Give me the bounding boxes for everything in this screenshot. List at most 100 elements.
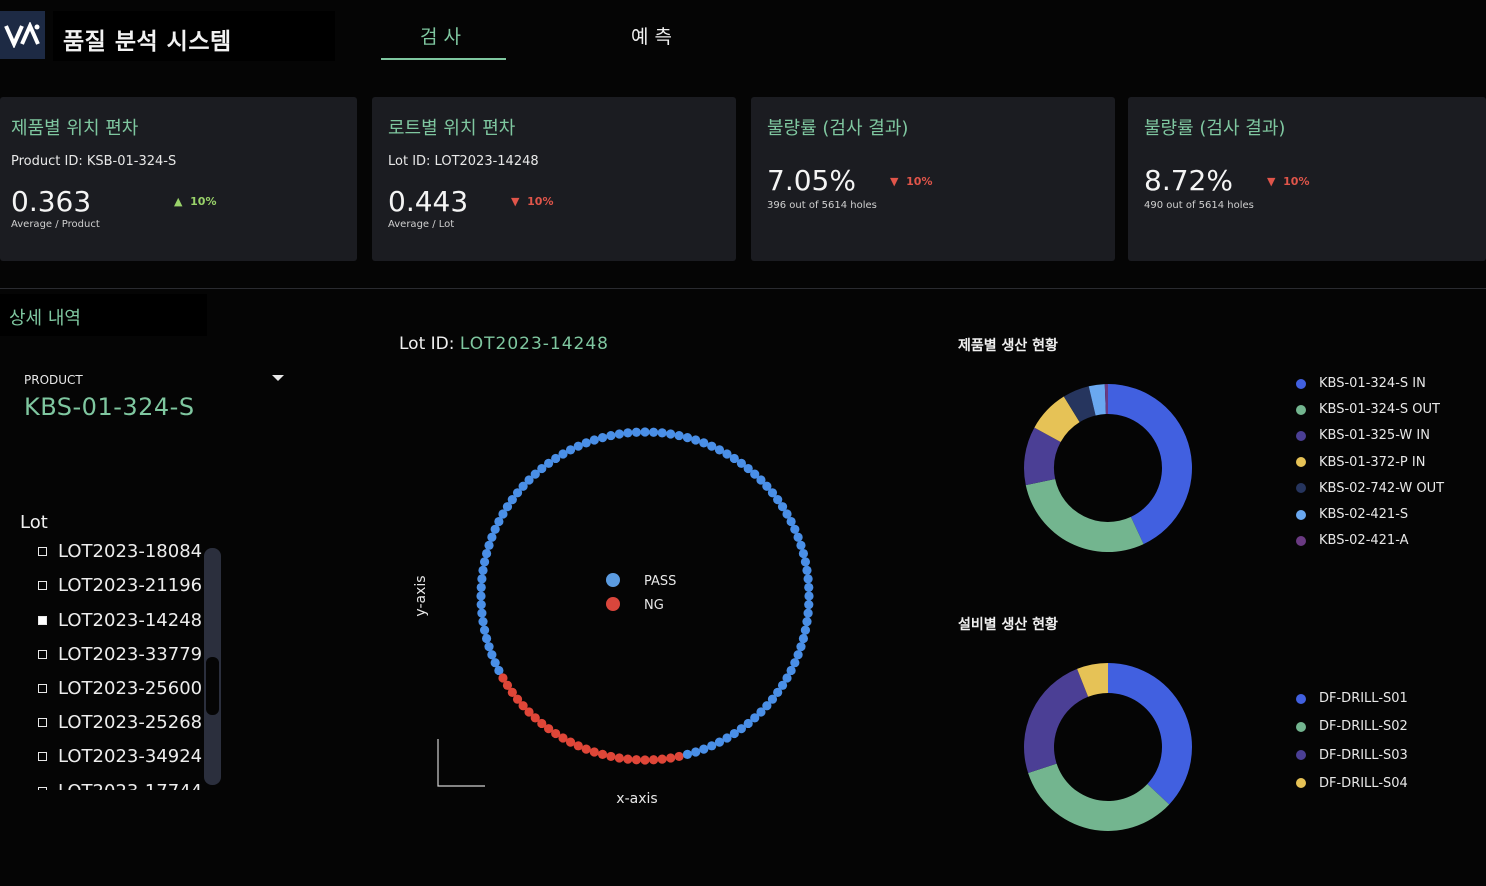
ng-point bbox=[640, 755, 650, 765]
pass-point bbox=[682, 749, 693, 760]
triangle-down-icon: ▼ bbox=[890, 175, 899, 188]
lot-list-item[interactable]: LOT2023-34924 bbox=[38, 739, 202, 773]
lot-id-value: LOT2023-14248 bbox=[459, 334, 609, 354]
lot-list-item[interactable]: LOT2023-17744 bbox=[38, 774, 202, 790]
legend-swatch bbox=[1296, 378, 1306, 389]
app-logo[interactable] bbox=[0, 11, 45, 59]
product-select-value[interactable]: KBS-01-324-S bbox=[24, 393, 195, 421]
donut-slice[interactable] bbox=[1108, 384, 1192, 545]
pass-point bbox=[796, 540, 806, 550]
pass-point bbox=[682, 432, 693, 443]
lot-list-item[interactable]: LOT2023-21196 bbox=[38, 568, 202, 602]
pass-point bbox=[487, 532, 497, 542]
scrollbar-thumb[interactable] bbox=[206, 657, 219, 715]
legend-swatch bbox=[606, 573, 620, 587]
axis-corner bbox=[437, 739, 485, 787]
tab-inspection[interactable]: 검사 bbox=[381, 22, 506, 49]
legend-item[interactable]: KBS-02-742-W OUT bbox=[1296, 481, 1444, 496]
lot-id-label: LOT2023-25600 bbox=[58, 677, 202, 699]
legend-label: KBS-02-421-S bbox=[1319, 507, 1409, 522]
pass-point bbox=[707, 441, 717, 451]
donut-slice[interactable] bbox=[1024, 668, 1089, 773]
lot-checkbox[interactable] bbox=[38, 786, 47, 790]
legend-label: DF-DRILL-S03 bbox=[1319, 747, 1408, 763]
tab-prediction[interactable]: 예측 bbox=[592, 22, 717, 49]
legend-label: KBS-01-324-S OUT bbox=[1319, 402, 1440, 418]
pass-point bbox=[484, 540, 494, 550]
lot-list[interactable]: LOT2023-18084 LOT2023-21196 LOT2023-14248 L… bbox=[20, 542, 202, 790]
lot-checkbox[interactable] bbox=[38, 580, 47, 590]
lot-checkbox[interactable] bbox=[38, 649, 47, 659]
active-tab-indicator bbox=[381, 58, 506, 60]
pass-point bbox=[793, 532, 803, 542]
card-delta: ▼ 10% bbox=[1267, 175, 1310, 188]
legend-label: KBS-02-421-A bbox=[1319, 533, 1409, 549]
pass-point bbox=[804, 582, 814, 593]
lot-id-label: LOT2023-21196 bbox=[58, 574, 202, 596]
detail-title: 상세 내역 bbox=[9, 308, 81, 329]
pass-point bbox=[804, 599, 814, 610]
lot-list-header: Lot bbox=[20, 512, 48, 533]
pass-point bbox=[803, 608, 813, 618]
card-value: 0.443 bbox=[388, 185, 469, 218]
legend-swatch bbox=[1296, 509, 1306, 520]
legend-item[interactable]: KBS-01-324-S IN bbox=[1296, 376, 1426, 391]
page-title: 품질 분석 시스템 bbox=[63, 29, 232, 55]
ng-point bbox=[666, 753, 676, 763]
card-product-deviation: 제품별 위치 편차 Product ID: KSB-01-324-S 0.363… bbox=[0, 97, 357, 261]
lot-checkbox[interactable] bbox=[38, 615, 47, 625]
card-title: 로트별 위치 편차 bbox=[388, 118, 516, 139]
pass-point bbox=[802, 617, 812, 627]
lot-id-label: LOT2023-33779 bbox=[58, 643, 202, 665]
legend-label: PASS bbox=[644, 574, 676, 589]
lot-id-label: LOT2023-18084 bbox=[58, 542, 202, 562]
legend-item[interactable]: DF-DRILL-S02 bbox=[1296, 719, 1408, 734]
ng-point bbox=[623, 754, 633, 764]
pass-point bbox=[648, 427, 659, 437]
legend-item[interactable]: DF-DRILL-S01 bbox=[1296, 691, 1408, 706]
card-caption: 396 out of 5614 holes bbox=[767, 200, 877, 211]
legend-item[interactable]: DF-DRILL-S03 bbox=[1296, 748, 1408, 763]
ng-point bbox=[657, 754, 667, 764]
donut-slice[interactable] bbox=[1108, 663, 1192, 805]
lot-list-item[interactable]: LOT2023-33779 bbox=[38, 637, 202, 671]
section-divider bbox=[0, 288, 1486, 289]
card-delta: ▼ 10% bbox=[511, 195, 554, 208]
pass-point bbox=[481, 548, 492, 559]
lot-checkbox[interactable] bbox=[38, 717, 47, 727]
legend-item[interactable]: DF-DRILL-S04 bbox=[1296, 776, 1408, 791]
legend-item[interactable]: KBS-02-421-A bbox=[1296, 533, 1409, 548]
pass-point bbox=[476, 582, 486, 593]
pass-point bbox=[481, 633, 492, 644]
donut-slice[interactable] bbox=[1028, 763, 1170, 831]
lot-checkbox[interactable] bbox=[38, 683, 47, 693]
lot-checkbox[interactable] bbox=[38, 751, 47, 761]
pass-point bbox=[614, 429, 624, 439]
legend-label: KBS-01-372-P IN bbox=[1319, 454, 1426, 470]
pass-point bbox=[581, 438, 591, 448]
donut-slice[interactable] bbox=[1025, 479, 1144, 552]
pass-point bbox=[597, 432, 608, 443]
legend-item[interactable]: KBS-01-324-S OUT bbox=[1296, 402, 1440, 417]
ng-point bbox=[581, 744, 591, 754]
pass-point bbox=[631, 427, 642, 437]
lot-checkbox[interactable] bbox=[38, 546, 47, 556]
pass-point bbox=[790, 658, 800, 668]
product-label: PRODUCT bbox=[24, 373, 83, 387]
chevron-down-icon[interactable] bbox=[272, 375, 284, 381]
lot-list-item[interactable]: LOT2023-25268 bbox=[38, 705, 202, 739]
pass-point bbox=[490, 524, 500, 534]
card-defect-rate-2: 불량률 (검사 결과) 8.72% 490 out of 5614 holes … bbox=[1128, 97, 1486, 261]
pass-point bbox=[793, 650, 803, 660]
legend-label: KBS-01-325-W IN bbox=[1319, 428, 1430, 444]
pass-point bbox=[798, 633, 809, 644]
ng-point bbox=[614, 753, 624, 763]
pass-point bbox=[691, 747, 701, 757]
legend-item[interactable]: KBS-01-325-W IN bbox=[1296, 428, 1430, 443]
lot-list-item[interactable]: LOT2023-18084 bbox=[38, 542, 202, 568]
legend-item[interactable]: KBS-02-421-S bbox=[1296, 507, 1408, 522]
legend-item[interactable]: KBS-01-372-P IN bbox=[1296, 455, 1425, 470]
pass-point bbox=[657, 428, 667, 438]
lot-list-item[interactable]: LOT2023-14248 bbox=[38, 603, 202, 637]
lot-list-item[interactable]: LOT2023-25600 bbox=[38, 671, 202, 705]
